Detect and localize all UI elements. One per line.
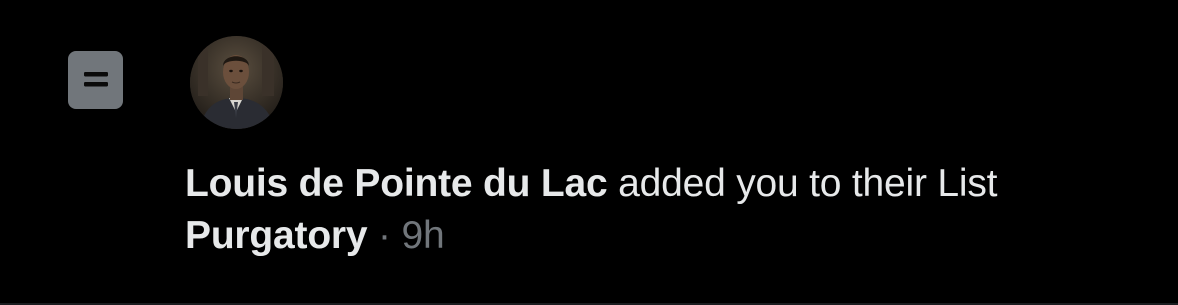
timestamp: 9h xyxy=(401,214,445,257)
notification-text: Louis de Pointe du Lac added you to thei… xyxy=(185,158,1145,262)
user-name-link[interactable]: Louis de Pointe du Lac xyxy=(185,162,608,205)
action-text: added you to their List xyxy=(618,162,998,205)
list-icon xyxy=(68,51,123,109)
avatar[interactable] xyxy=(190,36,283,129)
avatar-image xyxy=(190,36,283,129)
list-name-link[interactable]: Purgatory xyxy=(185,214,368,257)
separator-dot: · xyxy=(378,214,391,257)
list-notification[interactable]: Louis de Pointe du Lac added you to thei… xyxy=(0,0,1178,305)
list-icon-glyph xyxy=(83,72,108,87)
